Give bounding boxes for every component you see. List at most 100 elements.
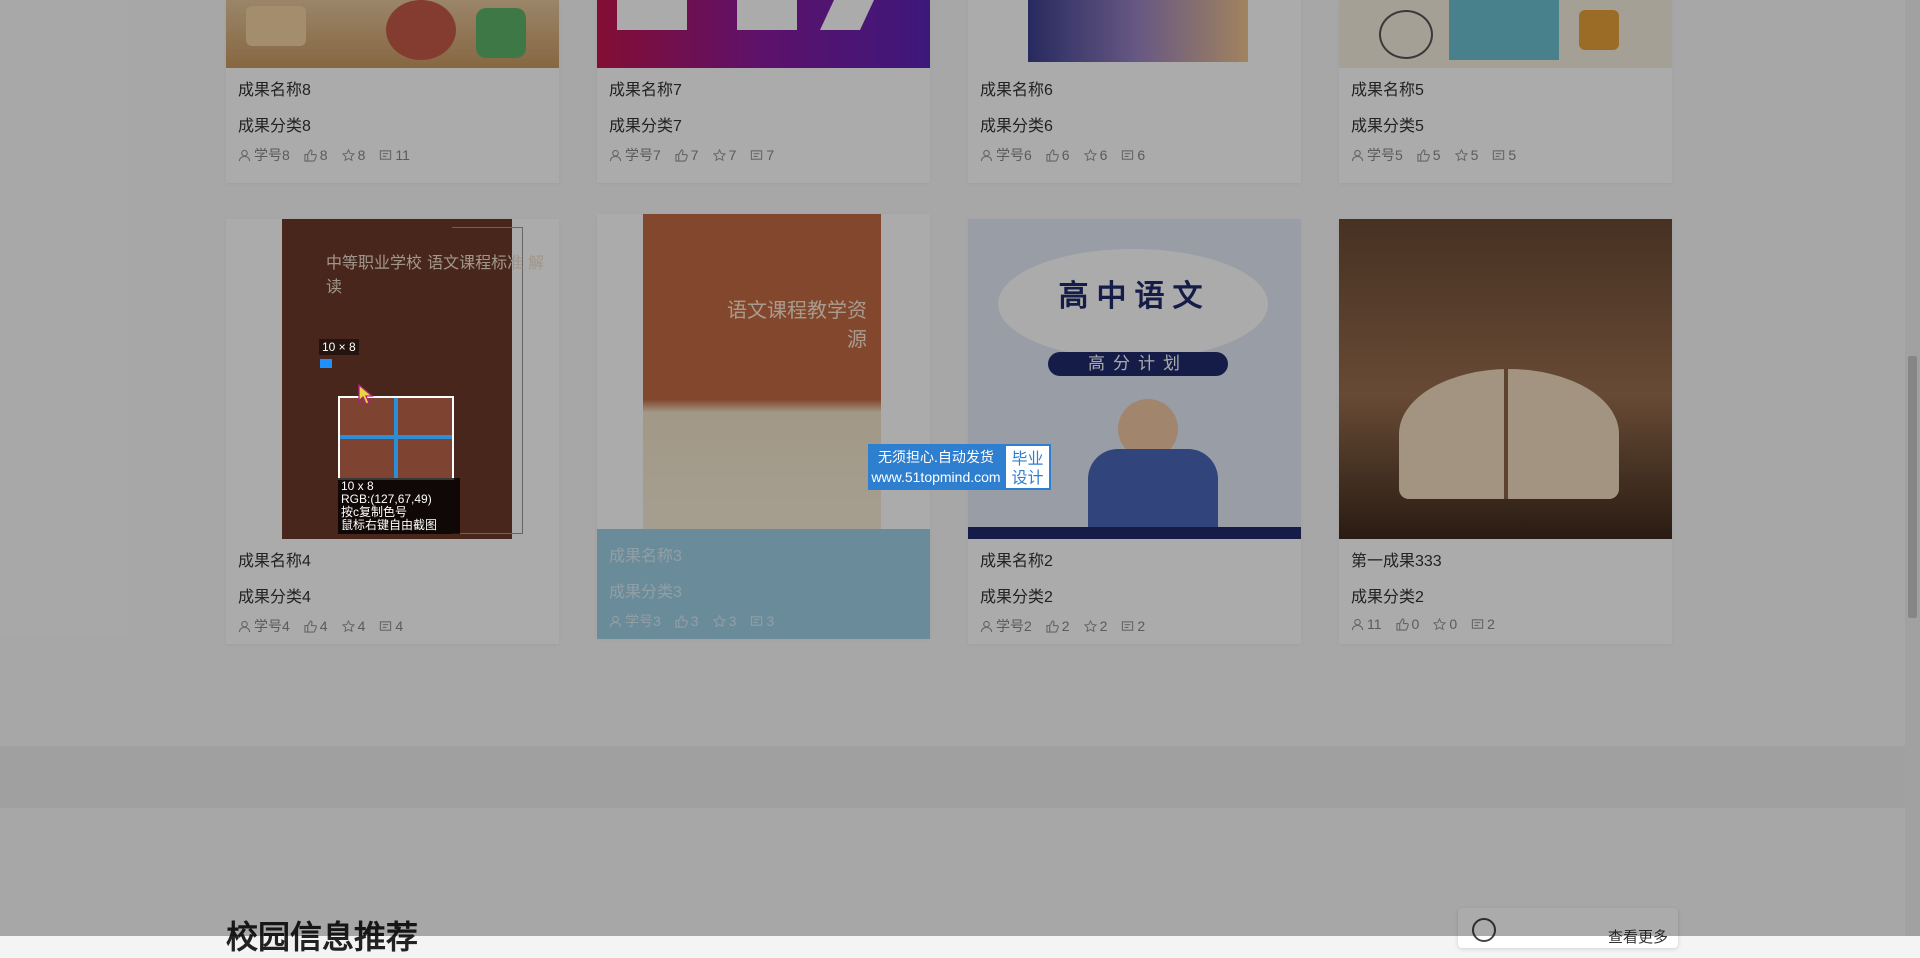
star-icon[interactable] (1433, 617, 1447, 631)
star-icon[interactable] (712, 614, 726, 628)
ad-line1: 无须担心.自动发货 (878, 449, 994, 465)
achievement-name[interactable]: 成果名称8 (238, 76, 311, 100)
achievement-name[interactable]: 成果名称6 (980, 76, 1053, 100)
scrollbar-thumb[interactable] (1908, 356, 1917, 618)
achievement-thumbnail[interactable] (1339, 219, 1672, 539)
star-icon[interactable] (1454, 148, 1468, 162)
achievement-category: 成果分类3 (609, 584, 682, 601)
star-icon[interactable] (1083, 148, 1097, 162)
user-icon (609, 615, 622, 627)
like-count: 6 (1061, 147, 1070, 163)
page-scrollbar[interactable] (1905, 0, 1920, 936)
achievement-card[interactable]: 成果名称6 成果分类6 学号6 6 6 6 (968, 0, 1301, 183)
achievement-category: 成果分类4 (238, 589, 311, 606)
comment-count: 3 (766, 613, 775, 629)
achievement-meta: 学号6 6 6 6 (980, 145, 1145, 165)
achievement-name[interactable]: 成果名称3 (609, 542, 682, 566)
selection-area[interactable] (320, 359, 332, 368)
achievement-meta: 学号3 3 3 3 (609, 611, 774, 631)
favorite-count: 2 (1099, 618, 1108, 634)
crosshair-horizontal (340, 435, 452, 439)
achievement-name[interactable]: 成果名称5 (1351, 76, 1424, 100)
achievement-meta: 学号2 2 2 2 (980, 616, 1145, 636)
comment-count: 6 (1137, 147, 1146, 163)
comment-count: 2 (1137, 618, 1146, 634)
achievement-category: 成果分类8 (238, 118, 311, 135)
comment-icon[interactable] (750, 149, 763, 162)
achievement-card[interactable]: 成果名称7 成果分类7 学号7 7 7 7 (597, 0, 930, 183)
achievement-card[interactable]: 语文课程教学资源 成果名称3 成果分类3 学号3 3 3 3 (597, 214, 930, 639)
achievement-meta: 学号4 4 4 4 (238, 616, 403, 636)
star-icon[interactable] (341, 148, 355, 162)
favorite-count: 5 (1470, 147, 1479, 163)
achievement-meta: 学号7 7 7 7 (609, 145, 774, 165)
comment-icon[interactable] (379, 149, 392, 162)
comment-icon[interactable] (1471, 618, 1484, 631)
achievement-name[interactable]: 成果名称7 (609, 76, 682, 100)
like-count: 4 (319, 618, 328, 634)
achievement-thumbnail[interactable] (597, 0, 930, 68)
like-count: 5 (1432, 147, 1441, 163)
thumbs-up-icon[interactable] (304, 148, 317, 162)
favorite-count: 4 (357, 618, 366, 634)
book-cover-title: 语文课程教学资源 (727, 298, 867, 351)
view-more-button[interactable]: 查看更多 (1458, 908, 1678, 948)
comment-count: 7 (766, 147, 775, 163)
achievement-thumbnail[interactable] (968, 0, 1301, 68)
achievement-thumbnail[interactable] (226, 0, 559, 68)
achievement-meta: 学号5 5 5 5 (1351, 145, 1516, 165)
magnifier-info: 10 x 8 RGB:(127,67,49) 按c复制色号 鼠标右键自由截图 (338, 478, 460, 534)
achievement-card[interactable]: 成果名称5 成果分类5 学号5 5 5 5 (1339, 0, 1672, 183)
star-icon[interactable] (712, 148, 726, 162)
student-id: 学号4 (254, 618, 290, 634)
achievement-meta: 11 0 0 2 (1351, 616, 1495, 632)
thumbs-up-icon[interactable] (675, 614, 688, 628)
favorite-count: 7 (728, 147, 737, 163)
achievement-category: 成果分类5 (1351, 118, 1424, 135)
achievement-category: 成果分类7 (609, 118, 682, 135)
achievement-name[interactable]: 第一成果333 (1351, 547, 1442, 571)
comment-count: 11 (395, 147, 410, 163)
comment-icon[interactable] (379, 620, 392, 633)
achievement-card[interactable]: 第一成果333 成果分类2 11 0 0 2 (1339, 219, 1672, 644)
thumbs-up-icon[interactable] (675, 148, 688, 162)
comment-icon[interactable] (1121, 620, 1134, 633)
thumbs-up-icon[interactable] (1046, 619, 1059, 633)
thumbs-up-icon[interactable] (1046, 148, 1059, 162)
student-id: 学号6 (996, 147, 1032, 163)
achievement-thumbnail[interactable]: 高中语文 高分计划 (968, 219, 1301, 539)
ad-badge: 毕业 设计 (1004, 444, 1051, 490)
mouse-cursor-icon (358, 384, 374, 405)
like-count: 0 (1411, 616, 1420, 632)
comment-count: 5 (1508, 147, 1517, 163)
magnifier-rightclick-hint: 鼠标右键自由截图 (341, 518, 438, 532)
achievement-card[interactable]: 高中语文 高分计划 成果名称2 成果分类2 学号2 2 2 2 (968, 219, 1301, 644)
thumbs-up-icon[interactable] (1417, 148, 1430, 162)
student-id: 学号8 (254, 147, 290, 163)
comment-icon[interactable] (1492, 149, 1505, 162)
student-id: 学号3 (625, 613, 661, 629)
achievement-name[interactable]: 成果名称4 (238, 547, 311, 571)
watermark-ad: 无须担心.自动发货 www.51topmind.com 毕业 设计 (868, 444, 1051, 490)
clock-icon (1472, 918, 1496, 942)
user-icon (980, 149, 993, 161)
book-cover-title: 中等职业学校 语文课程标准 解读 (326, 253, 545, 296)
achievement-meta: 学号8 8 8 11 (238, 145, 410, 165)
star-icon[interactable] (341, 619, 355, 633)
achievement-name[interactable]: 成果名称2 (980, 547, 1053, 571)
achievement-thumbnail[interactable] (1339, 0, 1672, 68)
comment-icon[interactable] (750, 615, 763, 628)
achievement-card[interactable]: 成果名称8 成果分类8 学号8 8 8 11 (226, 0, 559, 183)
ad-text-block: 无须担心.自动发货 www.51topmind.com (868, 444, 1004, 490)
user-icon (238, 620, 251, 632)
section-title: 校园信息推荐 (226, 919, 419, 955)
star-icon[interactable] (1083, 619, 1097, 633)
user-icon (238, 149, 251, 161)
selection-size-label: 10 × 8 (319, 339, 359, 355)
comment-icon[interactable] (1121, 149, 1134, 162)
thumbs-up-icon[interactable] (304, 619, 317, 633)
favorite-count: 8 (357, 147, 366, 163)
section-divider (0, 746, 1920, 808)
thumbs-up-icon[interactable] (1395, 617, 1409, 631)
comment-count: 4 (395, 618, 404, 634)
